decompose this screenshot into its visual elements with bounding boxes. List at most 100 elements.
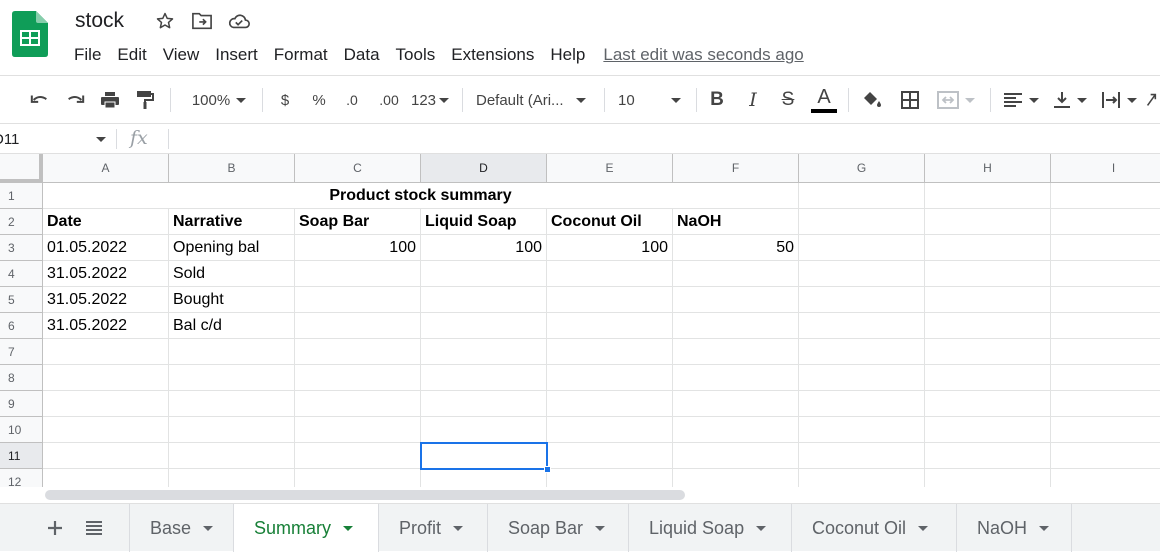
chevron-down-icon[interactable]: [595, 525, 606, 531]
format-currency-button[interactable]: $: [274, 86, 296, 114]
column-header-h[interactable]: H: [925, 154, 1051, 183]
font-size-select[interactable]: 10: [618, 86, 688, 114]
decrease-decimal-button[interactable]: .0: [340, 86, 364, 114]
cell-h8[interactable]: [925, 365, 1051, 391]
vertical-align-icon[interactable]: [1050, 86, 1090, 114]
row-header-10[interactable]: 10: [0, 417, 43, 443]
cell-i2[interactable]: [1051, 209, 1160, 235]
menu-format[interactable]: Format: [266, 45, 336, 65]
chevron-down-icon[interactable]: [756, 525, 767, 531]
cell-g5[interactable]: [799, 287, 925, 313]
cell-h4[interactable]: [925, 261, 1051, 287]
cell-b11[interactable]: [169, 443, 295, 469]
cell-i10[interactable]: [1051, 417, 1160, 443]
menu-tools[interactable]: Tools: [388, 45, 444, 65]
cell-c11[interactable]: [295, 443, 421, 469]
sheet-tab-profit[interactable]: Profit: [379, 504, 488, 552]
cell-h3[interactable]: [925, 235, 1051, 261]
cell-h10[interactable]: [925, 417, 1051, 443]
cell-i4[interactable]: [1051, 261, 1160, 287]
cell-c10[interactable]: [295, 417, 421, 443]
italic-button[interactable]: I: [742, 86, 764, 114]
merge-cells-icon[interactable]: [934, 86, 978, 114]
cell-b5[interactable]: Bought: [169, 287, 295, 313]
cell-e10[interactable]: [547, 417, 673, 443]
font-family-select[interactable]: Default (Ari...: [476, 86, 594, 114]
cell-d3[interactable]: 100: [421, 235, 547, 261]
horizontal-align-icon[interactable]: [1000, 86, 1042, 114]
sheet-tab-liquid-soap[interactable]: Liquid Soap: [629, 504, 792, 552]
cell-d6[interactable]: [421, 313, 547, 339]
row-header-3[interactable]: 3: [0, 235, 43, 261]
cell-i9[interactable]: [1051, 391, 1160, 417]
cell-a6[interactable]: 31.05.2022: [43, 313, 169, 339]
cell-c4[interactable]: [295, 261, 421, 287]
menu-edit[interactable]: Edit: [109, 45, 154, 65]
paint-format-icon[interactable]: [133, 86, 157, 114]
cell-g1[interactable]: [799, 183, 925, 209]
star-icon[interactable]: [153, 9, 177, 33]
fill-handle[interactable]: [544, 466, 551, 473]
cell-f9[interactable]: [673, 391, 799, 417]
sheet-tab-base[interactable]: Base: [129, 504, 234, 552]
text-color-button[interactable]: A: [810, 86, 838, 114]
cell-f6[interactable]: [673, 313, 799, 339]
increase-decimal-button[interactable]: .00: [374, 86, 404, 114]
sheet-tab-soap-bar[interactable]: Soap Bar: [488, 504, 629, 552]
bold-button[interactable]: B: [706, 86, 728, 114]
all-sheets-icon[interactable]: [82, 516, 106, 540]
menu-insert[interactable]: Insert: [207, 45, 266, 65]
column-header-b[interactable]: B: [169, 154, 295, 183]
cell-i1[interactable]: [1051, 183, 1160, 209]
column-header-i[interactable]: I: [1051, 154, 1160, 183]
cell-f8[interactable]: [673, 365, 799, 391]
cell-h6[interactable]: [925, 313, 1051, 339]
cell-g9[interactable]: [799, 391, 925, 417]
cell-i3[interactable]: [1051, 235, 1160, 261]
cell-f5[interactable]: [673, 287, 799, 313]
cell-a8[interactable]: [43, 365, 169, 391]
cell-c8[interactable]: [295, 365, 421, 391]
chevron-down-icon[interactable]: [453, 525, 464, 531]
cell-e7[interactable]: [547, 339, 673, 365]
cell-g11[interactable]: [799, 443, 925, 469]
cell-e4[interactable]: [547, 261, 673, 287]
fill-color-icon[interactable]: [860, 86, 884, 114]
name-box[interactable]: D11: [0, 128, 112, 150]
text-rotation-icon[interactable]: [1146, 86, 1160, 114]
cell-g2[interactable]: [799, 209, 925, 235]
spreadsheet-grid[interactable]: A B C D E F G H I 1 2 Date Narrative Soap Bar Liquid S…: [0, 154, 1160, 503]
add-sheet-icon[interactable]: [44, 516, 66, 540]
column-header-a[interactable]: A: [43, 154, 169, 183]
menu-view[interactable]: View: [155, 45, 208, 65]
cell-c5[interactable]: [295, 287, 421, 313]
menu-file[interactable]: File: [66, 45, 109, 65]
column-header-g[interactable]: G: [799, 154, 925, 183]
cell-b2[interactable]: Narrative: [169, 209, 295, 235]
cell-i7[interactable]: [1051, 339, 1160, 365]
cell-d5[interactable]: [421, 287, 547, 313]
cell-b8[interactable]: [169, 365, 295, 391]
cell-d9[interactable]: [421, 391, 547, 417]
cell-f3[interactable]: 50: [673, 235, 799, 261]
zoom-select[interactable]: 100%: [184, 86, 254, 114]
cloud-saved-icon[interactable]: [227, 9, 251, 33]
undo-icon[interactable]: [28, 86, 52, 114]
cell-d2[interactable]: Liquid Soap: [421, 209, 547, 235]
row-header-5[interactable]: 5: [0, 287, 43, 313]
cell-h9[interactable]: [925, 391, 1051, 417]
chevron-down-icon[interactable]: [918, 525, 929, 531]
cell-c2[interactable]: Soap Bar: [295, 209, 421, 235]
sheet-tab-naoh[interactable]: NaOH: [957, 504, 1072, 552]
cell-a11[interactable]: [43, 443, 169, 469]
more-formats-button[interactable]: 123: [408, 86, 452, 114]
cell-a2[interactable]: Date: [43, 209, 169, 235]
cell-b10[interactable]: [169, 417, 295, 443]
cell-c6[interactable]: [295, 313, 421, 339]
cell-g8[interactable]: [799, 365, 925, 391]
scrollbar-thumb[interactable]: [45, 490, 685, 500]
chevron-down-icon[interactable]: [203, 525, 214, 531]
cell-i5[interactable]: [1051, 287, 1160, 313]
cell-b4[interactable]: Sold: [169, 261, 295, 287]
strikethrough-button[interactable]: S: [777, 86, 799, 114]
